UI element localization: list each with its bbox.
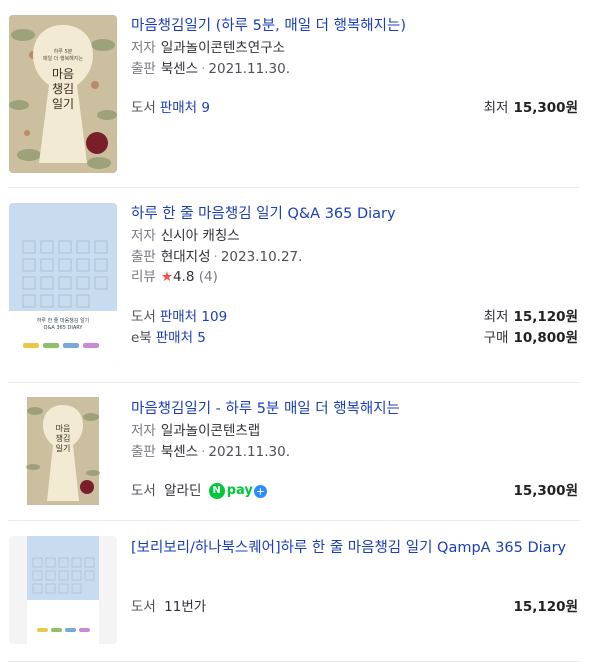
book-cover-4-art [9, 536, 117, 644]
publish-date: 2023.10.27. [220, 249, 303, 265]
publisher-name: 북센스 [160, 444, 199, 460]
ebook-sellers-link[interactable]: 판매처 5 [156, 330, 206, 346]
publisher-label: 출판 [131, 444, 156, 460]
publisher-name: 북센스 [160, 61, 199, 77]
price-1: 최저 15,300원 [484, 98, 578, 118]
separator-dot: · [201, 61, 206, 77]
author-label: 저자 [131, 423, 156, 439]
publish-date: 2021.11.30. [208, 61, 290, 77]
seller-name[interactable]: 알라딘 [164, 483, 201, 499]
divider [8, 382, 580, 383]
star-icon: ★ [160, 269, 173, 285]
divider [8, 520, 580, 521]
seller-name[interactable]: 11번가 [164, 599, 206, 615]
sellers-link[interactable]: 판매처 9 [160, 100, 210, 116]
rating-value: 4.8 [172, 269, 195, 285]
publish-date: 2021.11.30. [208, 444, 290, 460]
store-label: 도서 [131, 309, 156, 325]
author-label: 저자 [131, 40, 156, 56]
price-4: 15,120원 [508, 597, 578, 617]
price-prefix: 최저 [483, 309, 509, 325]
result-title-4[interactable]: [보리보리/하나북스퀘어]하루 한 줄 마음챙김 일기 QampA 365 Di… [131, 536, 581, 560]
publisher-label: 출판 [131, 249, 156, 265]
book-cover-3[interactable] [9, 397, 117, 505]
price-value: 15,120원 [513, 599, 578, 615]
store-label: 도서 [131, 483, 156, 499]
author-line-2: 저자 신시아 캐칭스 [131, 226, 240, 246]
result-title-3[interactable]: 마음챙김일기 - 하루 5분 매일 더 행복해지는 [131, 397, 581, 421]
price-prefix: 최저 [483, 100, 509, 116]
store-label: 도서 [131, 599, 156, 615]
book-cover-1-art [9, 15, 117, 173]
separator-dot: · [213, 249, 218, 265]
review-label: 리뷰 [131, 269, 156, 285]
author-name: 신시아 캐칭스 [160, 228, 240, 244]
review-count: (4) [198, 269, 218, 285]
price-value: 15,120원 [513, 309, 578, 325]
author-name: 일과놀이콘텐츠연구소 [160, 40, 286, 56]
pay-text: pay [226, 483, 253, 498]
author-line-1: 저자 일과놀이콘텐츠연구소 [131, 38, 285, 58]
store-row-4: 도서 11번가 [131, 597, 206, 617]
price-value: 15,300원 [513, 483, 578, 499]
book-cover-3-art [9, 397, 117, 505]
store-row-1: 도서 판매처 9 [131, 98, 210, 118]
ebook-row-2: e북 판매처 5 [131, 328, 206, 348]
naver-n-icon: N [208, 483, 225, 499]
review-line-2[interactable]: 리뷰 ★4.8 (4) [131, 267, 218, 287]
publisher-line-3: 출판 북센스 · 2021.11.30. [131, 442, 290, 462]
price-3: 15,300원 [508, 481, 578, 501]
price-value: 15,300원 [513, 100, 578, 116]
book-cover-4[interactable] [9, 536, 117, 644]
plus-icon: + [253, 484, 267, 498]
result-title-2[interactable]: 하루 한 줄 마음챙김 일기 Q&A 365 Diary [131, 202, 581, 226]
book-cover-1[interactable] [9, 15, 117, 173]
author-label: 저자 [131, 228, 156, 244]
result-title-1[interactable]: 마음챙김일기 (하루 5분, 매일 더 행복해지는) [131, 14, 581, 38]
divider [8, 661, 580, 662]
ebook-label: e북 [131, 330, 152, 346]
sellers-link[interactable]: 판매처 109 [160, 309, 227, 325]
publisher-line-1: 출판 북센스 · 2021.11.30. [131, 59, 290, 79]
ebook-price-prefix: 구매 [483, 330, 509, 346]
store-row-2: 도서 판매처 109 [131, 307, 227, 327]
divider [8, 187, 580, 188]
store-label: 도서 [131, 100, 156, 116]
store-row-3: 도서 알라딘 Npay + [131, 481, 267, 501]
book-cover-2-art [9, 203, 117, 367]
author-name: 일과놀이콘텐츠랩 [160, 423, 261, 439]
separator-dot: · [201, 444, 206, 460]
naver-pay-plus-icon: Npay + [208, 481, 267, 501]
ebook-price-value: 10,800원 [513, 330, 578, 346]
price-2: 최저 15,120원 [484, 307, 578, 327]
author-line-3: 저자 일과놀이콘텐츠랩 [131, 421, 260, 441]
publisher-name: 현대지성 [160, 249, 211, 265]
publisher-line-2: 출판 현대지성 · 2023.10.27. [131, 247, 302, 267]
ebook-price-2: 구매 10,800원 [484, 328, 578, 348]
book-cover-2[interactable] [9, 203, 117, 367]
publisher-label: 출판 [131, 61, 156, 77]
